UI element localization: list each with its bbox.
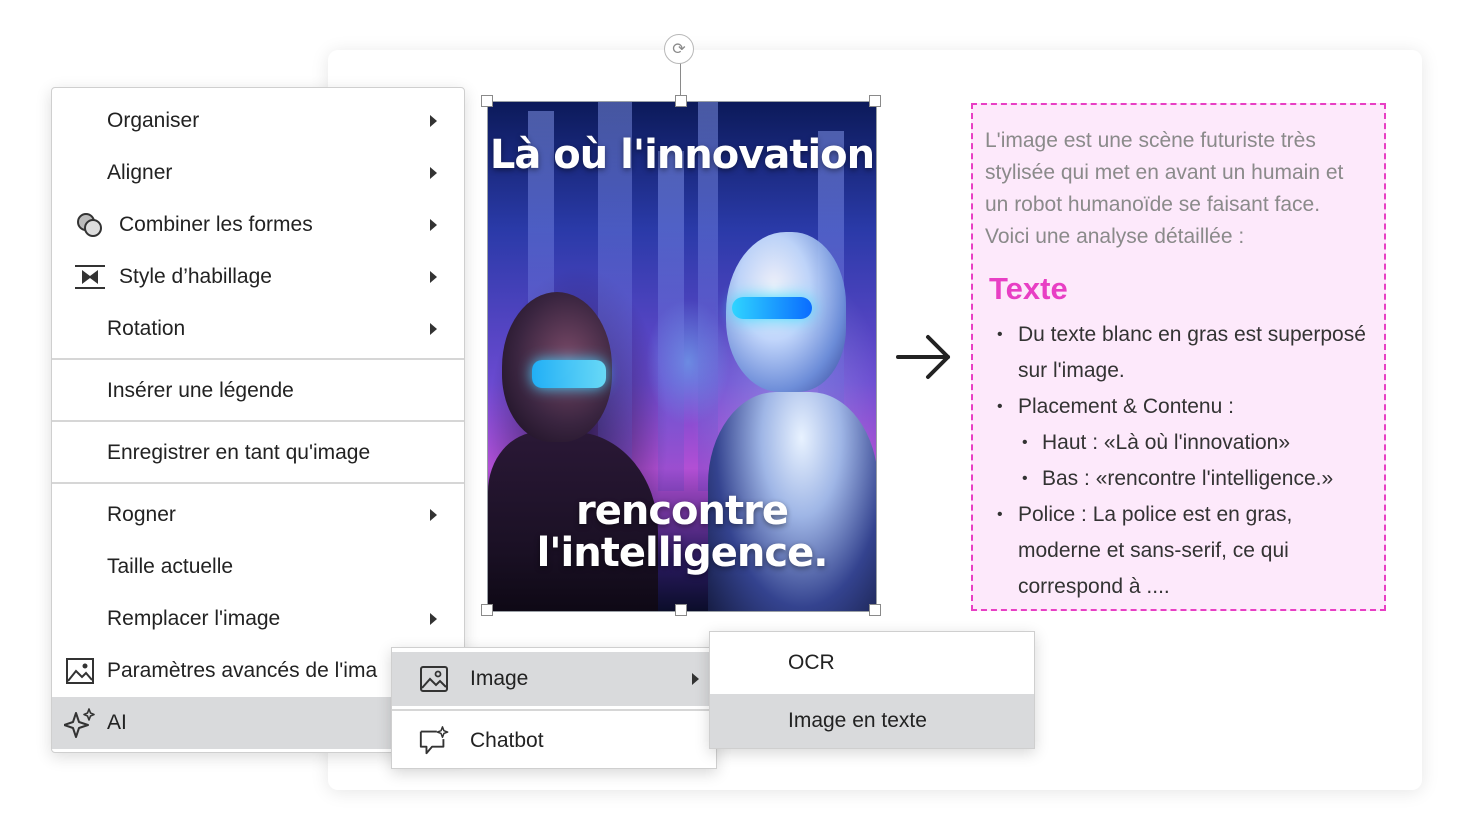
result-bullet: Police : La police est en gras, moderne … bbox=[985, 497, 1370, 605]
ai-sparkle-icon bbox=[64, 707, 96, 739]
image-icon bbox=[418, 663, 450, 695]
menu-separator bbox=[52, 482, 464, 484]
submenu-item-label: Image en texte bbox=[788, 709, 927, 732]
resize-handle-br[interactable] bbox=[869, 604, 881, 616]
submenu-item-label: OCR bbox=[788, 651, 835, 674]
submenu-item-ocr[interactable]: OCR bbox=[710, 634, 1034, 692]
image-settings-icon bbox=[64, 655, 96, 687]
menu-item-label: Taille actuelle bbox=[107, 555, 234, 578]
menu-item-style-habillage[interactable]: Style d’habillage bbox=[52, 251, 464, 303]
human-visor bbox=[532, 360, 606, 388]
menu-item-label: Enregistrer en tant qu'image bbox=[107, 441, 371, 464]
submenu-arrow-icon bbox=[692, 673, 699, 685]
resize-handle-bl[interactable] bbox=[481, 604, 493, 616]
submenu-item-label: Image bbox=[470, 667, 529, 690]
result-heading: Texte bbox=[989, 271, 1068, 306]
menu-item-enregistrer-image[interactable]: Enregistrer en tant qu'image bbox=[52, 427, 464, 479]
menu-item-aligner[interactable]: Aligner bbox=[52, 147, 464, 199]
menu-item-inserer-legende[interactable]: Insérer une légende bbox=[52, 365, 464, 417]
submenu-arrow-icon bbox=[430, 115, 437, 127]
resize-handle-b[interactable] bbox=[675, 604, 687, 616]
submenu-item-chatbot[interactable]: Chatbot bbox=[392, 714, 716, 768]
submenu-arrow-icon bbox=[430, 323, 437, 335]
menu-item-combiner-formes[interactable]: Combiner les formes bbox=[52, 199, 464, 251]
menu-separator bbox=[392, 709, 716, 711]
menu-item-label: Insérer une légende bbox=[107, 379, 294, 402]
bg-building bbox=[658, 151, 684, 491]
result-bullet: Du texte blanc en gras est superposé sur… bbox=[985, 317, 1370, 389]
result-sub-bullet: Bas : «rencontre l'intelligence.» bbox=[985, 461, 1370, 497]
robot-visor bbox=[732, 297, 812, 319]
menu-item-label: AI bbox=[107, 711, 127, 734]
menu-item-label: Combiner les formes bbox=[119, 213, 313, 236]
ai-submenu: Image Chatbot bbox=[391, 647, 717, 769]
menu-item-rogner[interactable]: Rogner bbox=[52, 489, 464, 541]
submenu-item-label: Chatbot bbox=[470, 729, 544, 752]
submenu-arrow-icon bbox=[430, 271, 437, 283]
submenu-arrow-icon bbox=[430, 509, 437, 521]
chatbot-icon bbox=[418, 725, 450, 757]
submenu-item-image-en-texte[interactable]: Image en texte bbox=[710, 694, 1034, 748]
image-text-bottom: rencontre l'intelligence. bbox=[536, 488, 829, 576]
resize-handle-tr[interactable] bbox=[869, 95, 881, 107]
menu-separator bbox=[52, 358, 464, 360]
submenu-arrow-icon bbox=[430, 219, 437, 231]
menu-item-label: Paramètres avancés de l'ima bbox=[107, 659, 378, 682]
wrap-style-icon bbox=[74, 261, 106, 293]
menu-item-label: Rogner bbox=[107, 503, 176, 526]
result-bullet: Placement & Contenu : bbox=[985, 389, 1370, 425]
submenu-arrow-icon bbox=[430, 613, 437, 625]
image-to-text-result: L'image est une scène futuriste très sty… bbox=[971, 103, 1386, 611]
selected-image[interactable]: Là où l'innovation rencontre l'intellige… bbox=[487, 101, 877, 612]
combine-shapes-icon bbox=[74, 209, 106, 241]
resize-handle-tl[interactable] bbox=[481, 95, 493, 107]
submenu-item-image[interactable]: Image bbox=[392, 652, 716, 706]
menu-item-label: Organiser bbox=[107, 109, 200, 132]
resize-handle-t[interactable] bbox=[675, 95, 687, 107]
rotate-handle-icon[interactable]: ⟳ bbox=[664, 34, 694, 64]
menu-item-label: Aligner bbox=[107, 161, 173, 184]
menu-item-label: Style d’habillage bbox=[119, 265, 272, 288]
submenu-arrow-icon bbox=[430, 167, 437, 179]
menu-item-label: Rotation bbox=[107, 317, 186, 340]
menu-item-rotation[interactable]: Rotation bbox=[52, 303, 464, 355]
result-intro: L'image est une scène futuriste très sty… bbox=[985, 129, 1344, 248]
result-sub-bullet: Haut : «Là où l'innovation» bbox=[985, 425, 1370, 461]
image-text-top: Là où l'innovation bbox=[489, 132, 875, 178]
result-list: Du texte blanc en gras est superposé sur… bbox=[985, 317, 1370, 605]
arrow-right-icon bbox=[896, 335, 950, 379]
menu-item-label: Remplacer l'image bbox=[107, 607, 281, 630]
menu-separator bbox=[52, 420, 464, 422]
menu-item-taille-actuelle[interactable]: Taille actuelle bbox=[52, 541, 464, 593]
image-submenu: OCR Image en texte bbox=[709, 631, 1035, 749]
menu-item-organiser[interactable]: Organiser bbox=[52, 95, 464, 147]
menu-item-remplacer-image[interactable]: Remplacer l'image bbox=[52, 593, 464, 645]
